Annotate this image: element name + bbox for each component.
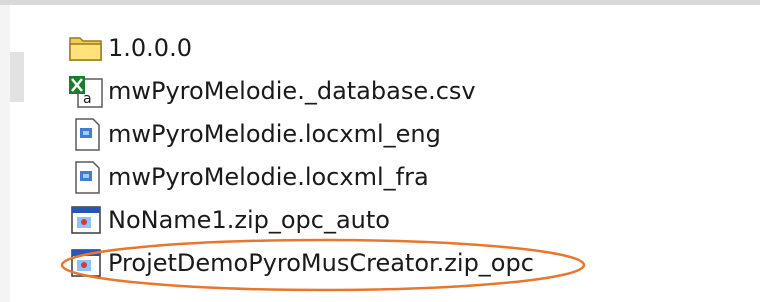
file-name: mwPyroMelodie.locxml_eng	[108, 119, 441, 148]
file-name: mwPyroMelodie._database.csv	[108, 76, 476, 105]
xml-document-icon	[75, 160, 100, 194]
file-name: NoName1.zip_opc_auto	[108, 205, 390, 234]
file-list: 1.0.0.0 a mwPyroMelodie._database.csv mw…	[60, 26, 746, 292]
excel-csv-icon: a	[69, 75, 103, 108]
file-row-locxml-fra[interactable]: mwPyroMelodie.locxml_fra	[66, 155, 746, 198]
application-window-icon	[71, 205, 101, 234]
file-row-csv[interactable]: a mwPyroMelodie._database.csv	[66, 69, 746, 112]
file-row-noname[interactable]: NoName1.zip_opc_auto	[66, 198, 746, 241]
file-row-folder[interactable]: 1.0.0.0	[66, 26, 746, 69]
scroll-strip	[10, 52, 24, 102]
file-row-projet-highlighted[interactable]: ProjetDemoPyroMusCreator.zip_opc	[60, 238, 746, 292]
file-name: ProjetDemoPyroMusCreator.zip_opc	[108, 248, 534, 277]
navigation-pane-edge	[0, 5, 10, 302]
file-row-locxml-eng[interactable]: mwPyroMelodie.locxml_eng	[66, 112, 746, 155]
folder-icon	[69, 36, 102, 61]
window-top-border	[0, 0, 760, 5]
application-window-icon	[71, 248, 101, 277]
file-name: mwPyroMelodie.locxml_fra	[108, 162, 429, 191]
xml-document-icon	[75, 117, 100, 151]
file-name: 1.0.0.0	[108, 33, 192, 62]
